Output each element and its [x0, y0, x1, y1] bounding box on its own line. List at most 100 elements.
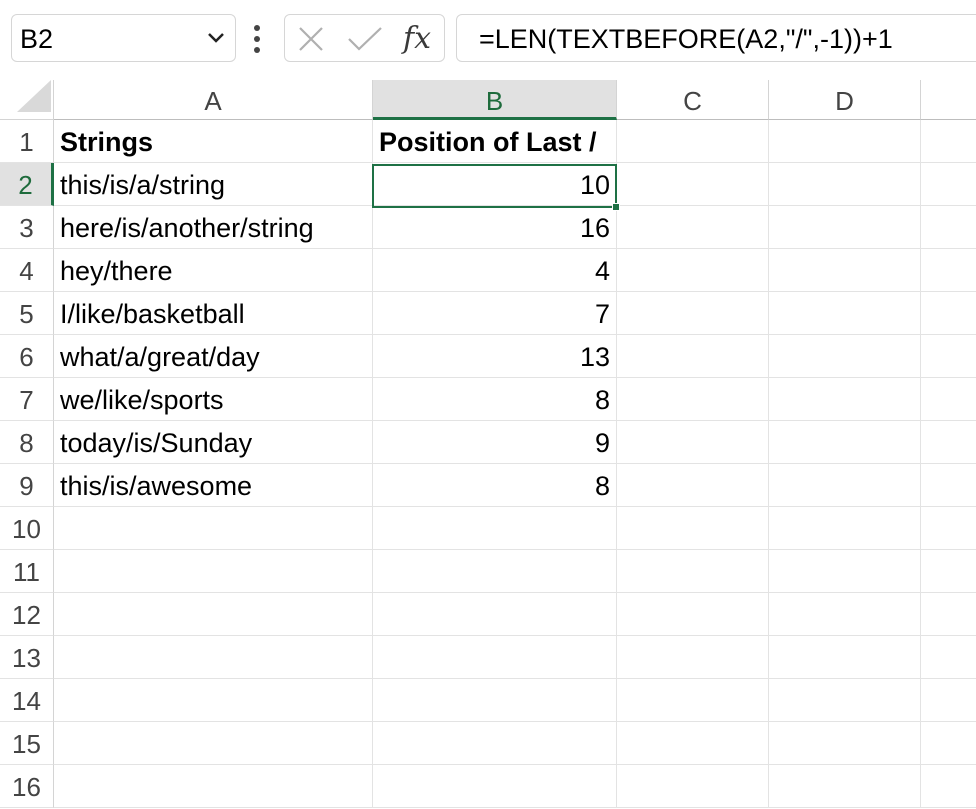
row-header-4[interactable]: 4: [0, 249, 54, 292]
cell-c13[interactable]: [617, 636, 769, 679]
cell-a8[interactable]: today/is/Sunday: [54, 421, 373, 464]
cell-a1[interactable]: Strings: [54, 120, 373, 163]
cell-b6[interactable]: 13: [373, 335, 617, 378]
cell-b5[interactable]: 7: [373, 292, 617, 335]
cell-e6[interactable]: [921, 335, 976, 378]
cell-d15[interactable]: [769, 722, 921, 765]
row-header-2[interactable]: 2: [0, 163, 54, 206]
column-header-a[interactable]: A: [54, 80, 373, 120]
cell-c7[interactable]: [617, 378, 769, 421]
cell-e1[interactable]: [921, 120, 976, 163]
cell-a10[interactable]: [54, 507, 373, 550]
cell-b4[interactable]: 4: [373, 249, 617, 292]
row-header-3[interactable]: 3: [0, 206, 54, 249]
cell-c1[interactable]: [617, 120, 769, 163]
cell-b13[interactable]: [373, 636, 617, 679]
cell-a6[interactable]: what/a/great/day: [54, 335, 373, 378]
cell-e4[interactable]: [921, 249, 976, 292]
cell-e7[interactable]: [921, 378, 976, 421]
cell-a3[interactable]: here/is/another/string: [54, 206, 373, 249]
cell-a16[interactable]: [54, 765, 373, 808]
cell-d4[interactable]: [769, 249, 921, 292]
cell-c4[interactable]: [617, 249, 769, 292]
cell-e16[interactable]: [921, 765, 976, 808]
cell-b11[interactable]: [373, 550, 617, 593]
row-header-9[interactable]: 9: [0, 464, 54, 507]
cell-e12[interactable]: [921, 593, 976, 636]
cell-e2[interactable]: [921, 163, 976, 206]
cell-c12[interactable]: [617, 593, 769, 636]
cell-b16[interactable]: [373, 765, 617, 808]
cell-b9[interactable]: 8: [373, 464, 617, 507]
cell-d16[interactable]: [769, 765, 921, 808]
row-header-14[interactable]: 14: [0, 679, 54, 722]
cell-b15[interactable]: [373, 722, 617, 765]
cell-b3[interactable]: 16: [373, 206, 617, 249]
row-header-1[interactable]: 1: [0, 120, 54, 163]
more-options-icon[interactable]: [252, 24, 262, 59]
cell-c11[interactable]: [617, 550, 769, 593]
chevron-down-icon[interactable]: [207, 31, 225, 49]
cell-d7[interactable]: [769, 378, 921, 421]
cell-c10[interactable]: [617, 507, 769, 550]
cell-c3[interactable]: [617, 206, 769, 249]
cell-c8[interactable]: [617, 421, 769, 464]
cell-d8[interactable]: [769, 421, 921, 464]
name-box[interactable]: B2: [11, 14, 236, 62]
cell-a12[interactable]: [54, 593, 373, 636]
row-header-16[interactable]: 16: [0, 765, 54, 808]
cell-a5[interactable]: I/like/basketball: [54, 292, 373, 335]
cell-e8[interactable]: [921, 421, 976, 464]
enter-checkmark-icon[interactable]: [347, 26, 383, 57]
cell-c9[interactable]: [617, 464, 769, 507]
cell-c2[interactable]: [617, 163, 769, 206]
cell-a7[interactable]: we/like/sports: [54, 378, 373, 421]
cell-b12[interactable]: [373, 593, 617, 636]
cell-e9[interactable]: [921, 464, 976, 507]
cell-a13[interactable]: [54, 636, 373, 679]
cell-a9[interactable]: this/is/awesome: [54, 464, 373, 507]
cell-e14[interactable]: [921, 679, 976, 722]
cell-d14[interactable]: [769, 679, 921, 722]
cell-d13[interactable]: [769, 636, 921, 679]
cell-c5[interactable]: [617, 292, 769, 335]
cell-b14[interactable]: [373, 679, 617, 722]
row-header-11[interactable]: 11: [0, 550, 54, 593]
cell-e15[interactable]: [921, 722, 976, 765]
cell-c15[interactable]: [617, 722, 769, 765]
cell-e11[interactable]: [921, 550, 976, 593]
row-header-6[interactable]: 6: [0, 335, 54, 378]
column-header-e[interactable]: [921, 80, 976, 120]
cell-d11[interactable]: [769, 550, 921, 593]
formula-input[interactable]: =LEN(TEXTBEFORE(A2,"/",-1))+1: [456, 14, 976, 62]
column-header-d[interactable]: D: [769, 80, 921, 120]
fill-handle[interactable]: [612, 203, 620, 211]
row-header-13[interactable]: 13: [0, 636, 54, 679]
row-header-12[interactable]: 12: [0, 593, 54, 636]
cell-e3[interactable]: [921, 206, 976, 249]
cell-a15[interactable]: [54, 722, 373, 765]
insert-function-icon[interactable]: fx: [403, 21, 431, 56]
cell-d12[interactable]: [769, 593, 921, 636]
row-header-8[interactable]: 8: [0, 421, 54, 464]
cell-c6[interactable]: [617, 335, 769, 378]
cell-c14[interactable]: [617, 679, 769, 722]
cell-d3[interactable]: [769, 206, 921, 249]
cell-a11[interactable]: [54, 550, 373, 593]
row-header-15[interactable]: 15: [0, 722, 54, 765]
cell-e13[interactable]: [921, 636, 976, 679]
cell-a4[interactable]: hey/there: [54, 249, 373, 292]
cell-b1[interactable]: Position of Last /: [373, 120, 617, 163]
cell-e5[interactable]: [921, 292, 976, 335]
cell-a14[interactable]: [54, 679, 373, 722]
column-header-c[interactable]: C: [617, 80, 769, 120]
cell-a2[interactable]: this/is/a/string: [54, 163, 373, 206]
cancel-icon[interactable]: [298, 26, 324, 57]
cell-d9[interactable]: [769, 464, 921, 507]
cell-d1[interactable]: [769, 120, 921, 163]
cell-d2[interactable]: [769, 163, 921, 206]
cell-d5[interactable]: [769, 292, 921, 335]
select-all-corner[interactable]: [0, 80, 54, 120]
row-header-5[interactable]: 5: [0, 292, 54, 335]
cell-d10[interactable]: [769, 507, 921, 550]
